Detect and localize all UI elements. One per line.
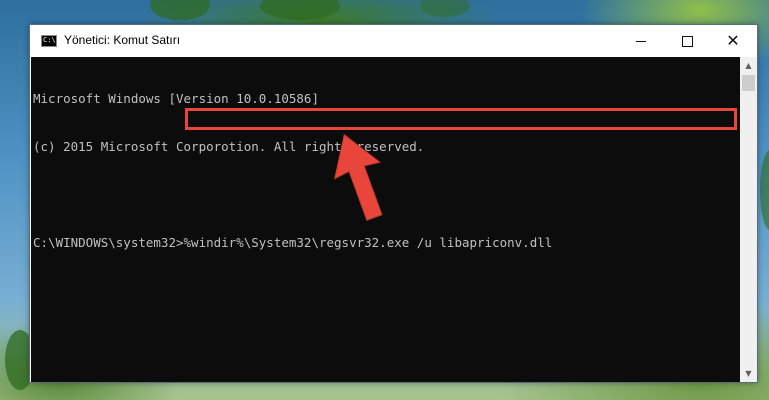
console-line: Microsoft Windows [Version 10.0.10586]: [33, 91, 319, 106]
window-title: Yönetici: Komut Satırı: [64, 33, 181, 47]
prompt-path: C:\WINDOWS\system32>: [33, 235, 184, 250]
minimize-button[interactable]: [618, 25, 664, 57]
prompt-line[interactable]: C:\WINDOWS\system32>%windir%\System32\re…: [33, 235, 552, 251]
close-button[interactable]: ✕: [710, 25, 756, 57]
typed-command[interactable]: %windir%\System32\regsvr32.exe /u libapr…: [184, 235, 553, 250]
scroll-up-icon[interactable]: ▲: [740, 57, 757, 74]
title-bar[interactable]: C:\ Yönetici: Komut Satırı ✕: [30, 25, 757, 57]
command-prompt-window: C:\ Yönetici: Komut Satırı ✕ Microsoft W…: [29, 24, 758, 383]
vertical-scrollbar[interactable]: ▲ ▼: [740, 57, 757, 382]
command-highlight-box: [185, 108, 737, 130]
maximize-button[interactable]: [664, 25, 710, 57]
console-line: (c) 2015 Microsoft Corporotion. All righ…: [33, 139, 425, 154]
cmd-app-icon: C:\: [41, 35, 57, 47]
scrollbar-thumb[interactable]: [742, 75, 755, 91]
close-icon: ✕: [726, 31, 740, 50]
minimize-icon: [636, 40, 646, 42]
scroll-down-icon[interactable]: ▼: [740, 365, 757, 382]
console-text: Microsoft Windows [Version 10.0.10586] (…: [33, 59, 552, 283]
red-arrow-icon: [333, 133, 383, 221]
maximize-icon: [681, 35, 693, 47]
